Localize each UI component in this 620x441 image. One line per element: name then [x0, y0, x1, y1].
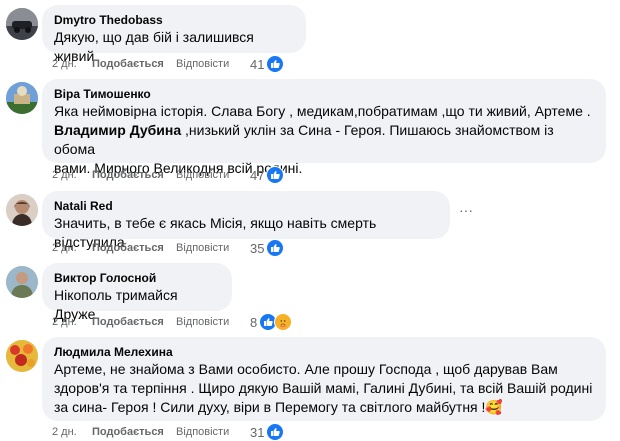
comment-time[interactable]: 2 дн.: [52, 58, 92, 70]
comment-actions: 2 дн. Подобається Відповісти 41: [52, 55, 285, 73]
comment-author[interactable]: Людмила Мелехина: [54, 344, 594, 360]
comment-author[interactable]: Natali Red: [54, 198, 438, 214]
comment-time[interactable]: 2 дн.: [52, 316, 92, 328]
comment-time[interactable]: 2 дн.: [52, 242, 92, 254]
comment-time[interactable]: 2 дн.: [52, 169, 92, 181]
comment-time[interactable]: 2 дн.: [52, 426, 92, 438]
comment-author[interactable]: Виктор Голосной: [54, 270, 220, 286]
comment-text: Артеме, не знайома з Вами особисто. Але …: [54, 361, 593, 415]
comment-actions: 2 дн. Подобається Відповісти 47: [52, 166, 285, 184]
reply-button[interactable]: Відповісти: [176, 426, 246, 438]
reply-button[interactable]: Відповісти: [176, 58, 246, 70]
like-button[interactable]: Подобається: [92, 58, 176, 70]
like-button[interactable]: Подобається: [92, 169, 176, 181]
comment-bubble: Віра Тимошенко Яка неймовірна історія. С…: [42, 79, 606, 176]
avatar[interactable]: [6, 194, 38, 226]
comment-bubble: Dmytro Thedobass Дякую, що дав бій і зал…: [42, 5, 306, 64]
more-options-icon[interactable]: ···: [458, 203, 474, 221]
comment-author[interactable]: Віра Тимошенко: [54, 86, 594, 102]
mentioned-user-link[interactable]: Владимир Дубина: [54, 122, 181, 138]
reaction-count[interactable]: 41: [250, 57, 264, 72]
reaction-count[interactable]: 47: [250, 168, 264, 183]
comment-author[interactable]: Dmytro Thedobass: [54, 12, 294, 28]
like-button[interactable]: Подобається: [92, 426, 176, 438]
like-icon[interactable]: [266, 423, 285, 441]
reply-button[interactable]: Відповісти: [176, 169, 246, 181]
avatar[interactable]: [6, 82, 38, 114]
smiling-hearts-emoji: 🥰: [485, 399, 503, 415]
reply-button[interactable]: Відповісти: [176, 242, 246, 254]
comment-bubble: Виктор Голосной Нікополь тримайся Друже: [42, 263, 232, 322]
avatar[interactable]: [6, 340, 38, 372]
care-icon[interactable]: [274, 313, 293, 331]
reply-button[interactable]: Відповісти: [176, 316, 246, 328]
reaction-count[interactable]: 8: [250, 315, 257, 330]
comment-actions: 2 дн. Подобається Відповісти 35: [52, 239, 285, 257]
comment-bubble: Людмила Мелехина Артеме, не знайома з Ва…: [42, 337, 606, 421]
like-icon[interactable]: [266, 166, 285, 184]
reaction-count[interactable]: 35: [250, 241, 264, 256]
like-icon[interactable]: [266, 55, 285, 73]
comment-actions: 2 дн. Подобається Відповісти 8: [52, 313, 293, 331]
comment-actions: 2 дн. Подобається Відповісти 31: [52, 423, 285, 441]
like-icon[interactable]: [266, 239, 285, 257]
reaction-count[interactable]: 31: [250, 425, 264, 440]
like-button[interactable]: Подобається: [92, 242, 176, 254]
avatar[interactable]: [6, 266, 38, 298]
comment-bubble: Natali Red Значить, в тебе є якась Місія…: [42, 191, 450, 250]
avatar[interactable]: [6, 8, 38, 40]
like-button[interactable]: Подобається: [92, 316, 176, 328]
